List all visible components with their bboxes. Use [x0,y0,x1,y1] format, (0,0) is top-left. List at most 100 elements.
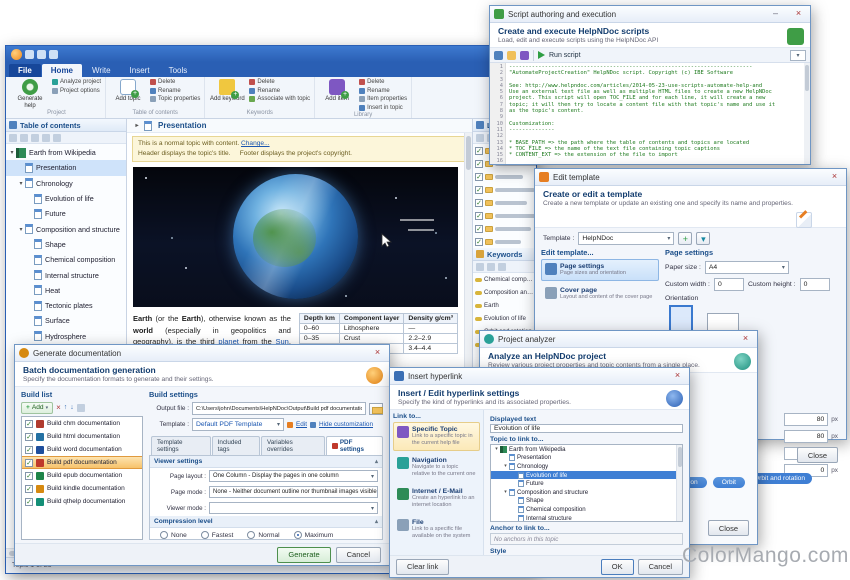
checkbox[interactable]: ✓ [25,459,33,467]
build-item-build-kindle-documentation[interactable]: ✓Build kindle documentation [22,482,142,495]
ribbon-button-insert-in-topic[interactable]: Insert in topic [359,104,407,113]
clear-link-button[interactable]: Clear link [396,559,449,575]
radio-none[interactable]: None [160,531,187,539]
tree-scrollbar[interactable] [676,445,682,521]
tree-item-tectonic-plates[interactable]: Tectonic plates [6,298,126,313]
checkbox[interactable]: ✓ [475,212,483,220]
tree-item-future[interactable]: Future [491,479,682,488]
library-item[interactable]: ✓ [473,209,536,222]
compression-section[interactable]: Compression level ▴ [150,516,382,528]
output-file-input[interactable] [192,402,366,415]
toc-tool-icon[interactable] [20,134,28,142]
viewer-settings-section[interactable]: Viewer settings ▴ [150,456,382,468]
checkbox[interactable]: ✓ [475,186,483,194]
move-down-icon[interactable]: ↓ [70,404,74,412]
nav-item-specific-topic[interactable]: Specific TopicLink to a specific topic i… [393,422,480,451]
toc-tool-icon[interactable] [53,134,61,142]
remove-build-icon[interactable]: × [56,404,61,412]
ribbon-button-delete[interactable]: Delete [249,78,310,87]
nav-item-page-settings[interactable]: Page settingsPage sizes and orientation [541,259,659,281]
build-item-build-word-documentation[interactable]: ✓Build word documentation [22,443,142,456]
tree-item-chemical-composition[interactable]: Chemical composition [6,252,126,267]
add-build-button[interactable]: + Add ▾ [21,402,53,414]
viewer-mode-combo[interactable]: ▾ [209,502,378,514]
build-template-combo[interactable]: Default PDF Template ▾ [192,418,284,431]
new-script-icon[interactable] [494,51,503,60]
build-item-build-qthelp-documentation[interactable]: ✓Build qthelp documentation [22,495,142,508]
main-titlebar[interactable] [6,46,536,62]
checkbox[interactable]: ✓ [25,433,33,441]
custom-width-field[interactable]: 0 [714,278,744,291]
paper-size-combo[interactable]: A4 ▾ [705,261,789,274]
close-button[interactable]: × [370,347,385,359]
nav-item-internet-e-mail[interactable]: Internet / E-MailCreate an hyperlink to … [393,484,480,513]
keyword-item-composition-and-structure[interactable]: Composition and structure [473,286,536,299]
expander-icon[interactable]: ▾ [493,446,500,452]
keywords-tool-icon[interactable] [487,263,495,271]
margin-field[interactable]: 80 [784,430,828,443]
radio-normal[interactable]: Normal [247,531,279,539]
page-mode-combo[interactable]: None - Neither document outline nor thum… [209,486,378,498]
expander-icon[interactable]: ▾ [502,489,509,495]
page-layout-combo[interactable]: One Column - Display the pages in one co… [209,470,378,482]
template-combo[interactable]: HelpNDoc ▾ [578,232,674,245]
tree-item-evolution-of-life[interactable]: Evolution of life [491,471,682,480]
script-dropdown[interactable]: ▾ [790,50,806,61]
nav-item-navigation[interactable]: NavigationNavigate to a topic relative t… [393,453,480,482]
open-script-icon[interactable] [507,51,516,60]
checkbox[interactable]: ✓ [25,485,33,493]
tree-item-evolution-of-life[interactable]: Evolution of life [6,191,126,206]
close-button[interactable]: × [670,370,685,382]
checkbox[interactable]: ✓ [475,238,483,246]
generate-titlebar[interactable]: Generate documentation × [15,345,389,362]
build-item-build-chm-documentation[interactable]: ✓Build chm documentation [22,417,142,430]
expander-icon[interactable]: ▾ [17,180,25,187]
cancel-button[interactable]: Cancel [336,547,381,563]
checkbox[interactable]: ✓ [475,160,483,168]
checkbox[interactable]: ✓ [475,199,483,207]
edit-template-link[interactable]: Edit [296,421,307,428]
keyword-item-earth[interactable]: Earth [473,299,536,312]
save-script-icon[interactable] [520,51,529,60]
save-template-button[interactable]: ▾ [696,232,710,245]
tree-item-internal-structure[interactable]: Internal structure [6,267,126,282]
library-item[interactable]: ✓ [473,222,536,235]
keywords-tool-icon[interactable] [498,263,506,271]
keyword-item-chemical-composition[interactable]: Chemical composition [473,273,536,286]
add-template-button[interactable]: + [678,232,692,245]
nav-item-cover-page[interactable]: Cover pageLayout and content of the cove… [541,283,659,305]
ribbon-tab-insert[interactable]: Insert [121,64,159,77]
toc-tool-icon[interactable] [42,134,50,142]
tree-item-shape[interactable]: Shape [6,237,126,252]
library-item[interactable]: ✓ [473,183,536,196]
tree-item-presentation[interactable]: Presentation [491,454,682,463]
analyzer-titlebar[interactable]: Project analyzer × [480,331,757,348]
keywords-tool-icon[interactable] [476,263,484,271]
ribbon-button-rename[interactable]: Rename [249,87,310,96]
library-item[interactable]: ✓ [473,170,536,183]
hyperlink-titlebar[interactable]: Insert hyperlink × [390,368,689,385]
displayed-text-input[interactable] [490,424,683,433]
redo-icon[interactable] [49,50,58,59]
expander-icon[interactable]: ▾ [17,226,25,233]
move-up-icon[interactable]: ↑ [64,404,68,412]
tree-item-shape[interactable]: Shape [491,497,682,506]
ribbon-button-associate-with-topic[interactable]: Associate with topic [249,95,310,104]
tree-item-presentation[interactable]: Presentation [6,160,126,175]
ribbon-button-rename[interactable]: Rename [359,87,407,96]
cancel-button[interactable]: Cancel [638,559,683,575]
tree-item-chronology[interactable]: ▾Chronology [6,176,126,191]
keyword-item-evolution-of-life[interactable]: Evolution of life [473,312,536,325]
build-item-build-epub-documentation[interactable]: ✓Build epub documentation [22,469,142,482]
script-titlebar[interactable]: Script authoring and execution – × [490,6,810,23]
ribbon-button-topic-properties[interactable]: Topic properties [150,95,200,104]
tree-item-earth-from-wikipedia[interactable]: ▾Earth from Wikipedia [6,145,126,160]
tree-item-heat[interactable]: Heat [6,283,126,298]
ribbon-button-add-topic[interactable]: Add topic [110,78,146,110]
radio-maximum[interactable]: Maximum [294,531,334,539]
nav-item-file[interactable]: FileLink to a specific file available on… [393,515,480,544]
minimize-button[interactable]: – [768,8,783,20]
ribbon-button-generate-help[interactable]: Generate help [12,78,48,110]
generate-button[interactable]: Generate [277,547,330,563]
ribbon-button-delete[interactable]: Delete [150,78,200,87]
